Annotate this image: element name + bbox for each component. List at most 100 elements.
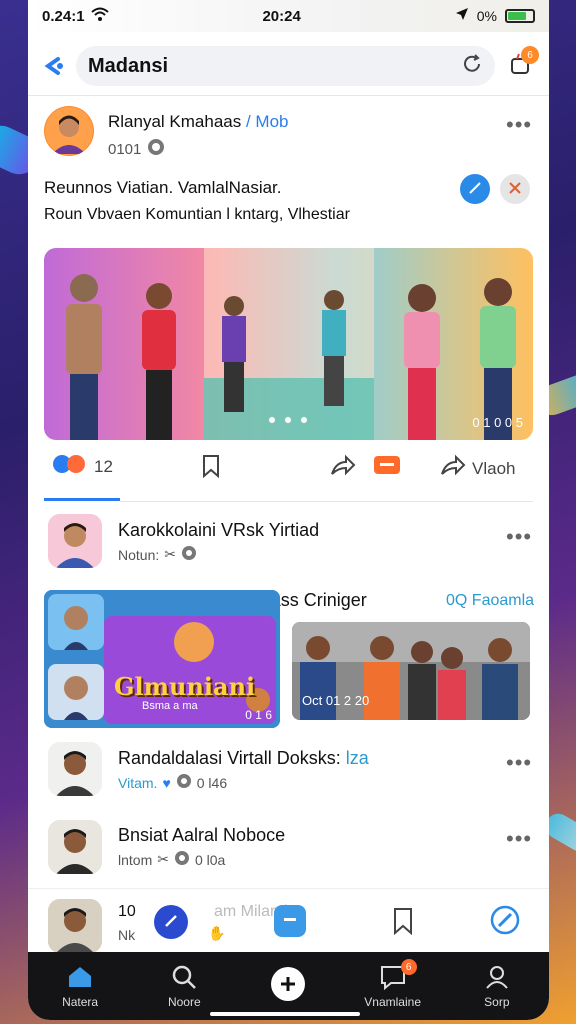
edit-button[interactable] — [154, 905, 188, 939]
phone-screen: 0.24:1 20:24 0% Madansi 6 Rlanyal Kmahaa… — [28, 0, 549, 1020]
bookmark-icon[interactable] — [390, 907, 416, 940]
globe-icon — [181, 545, 197, 564]
nav-label: Noore — [167, 995, 201, 1009]
nav-item-create[interactable] — [248, 967, 328, 1005]
divider — [120, 501, 533, 502]
search-bar[interactable]: Madansi — [76, 46, 495, 86]
clock: 20:24 — [262, 7, 301, 25]
app-logo-icon[interactable] — [40, 53, 66, 79]
reactions-button[interactable]: 12 — [52, 454, 113, 479]
image-icon — [282, 912, 298, 931]
item-meta: Notun: ✂ — [118, 545, 197, 564]
paperclip-icon: ✂ — [164, 546, 176, 562]
meta-text: Notun: — [118, 546, 160, 563]
media-button[interactable] — [274, 905, 306, 937]
avatar[interactable] — [48, 742, 102, 796]
home-icon — [66, 963, 94, 991]
item-meta: lntom ✂ 0 l0a — [118, 850, 225, 869]
post-time: 0101 — [108, 140, 142, 158]
globe-icon — [176, 773, 192, 792]
item-title: Bnsiat Aalral Noboce — [118, 825, 286, 845]
more-options-icon[interactable]: ••• — [506, 112, 532, 138]
comment-button[interactable] — [373, 454, 401, 483]
nav-item-home[interactable]: Natera — [40, 963, 120, 1009]
bookmark-button[interactable] — [200, 454, 222, 483]
post-actions: 12 Vlaoh — [28, 452, 549, 482]
nav-badge: 6 — [400, 959, 417, 975]
meta-count: 0 l0a — [194, 851, 226, 868]
game-subtitle: Bsma a ma — [142, 700, 198, 712]
location-icon — [455, 7, 469, 25]
plus-icon — [271, 967, 306, 1001]
pen-icon — [163, 913, 179, 932]
post-image[interactable]: 0 1 0 0 5 — [44, 248, 533, 440]
photo-caption: Oct 01 2 20 — [302, 693, 370, 708]
home-indicator — [210, 1012, 360, 1016]
avatar[interactable] — [48, 514, 102, 568]
avatar[interactable] — [48, 820, 102, 874]
more-options-icon[interactable]: ••• — [506, 524, 532, 550]
bottom-navigation: Natera Noore 6 Vnamlaine Sorp — [28, 952, 549, 1020]
title-link[interactable]: lza — [346, 748, 369, 768]
item-title: Karokkolaini VRsk Yirtiad — [118, 520, 320, 540]
meta-text: lntom — [118, 851, 153, 868]
image-counter: 0 1 0 0 5 — [472, 415, 523, 430]
search-icon — [170, 963, 198, 991]
close-icon — [508, 181, 522, 198]
item-title-link[interactable]: 0Q Faoamla — [446, 592, 534, 610]
group-photo[interactable]: Oct 01 2 20 — [292, 622, 530, 720]
status-bar: 0.24:1 20:24 0% — [28, 0, 549, 32]
like-icon — [52, 454, 88, 479]
nav-label: Sorp — [484, 995, 510, 1009]
notification-badge: 6 — [521, 46, 539, 64]
item-meta: Vitam. ♥ 0 l46 — [118, 773, 227, 792]
game-thumbnail[interactable]: Glmuniani Bsma a ma 0 1 6 — [44, 590, 280, 728]
compass-icon[interactable] — [490, 905, 520, 940]
meta-text: Vitam. — [118, 774, 158, 791]
carrier-text: 0.24:1 — [42, 7, 85, 25]
post-meta: 0101 — [108, 138, 165, 160]
globe-icon — [174, 850, 190, 869]
repost-button[interactable] — [330, 454, 356, 483]
more-options-icon[interactable]: ••• — [506, 826, 532, 852]
nav-item-profile[interactable]: Sorp — [457, 963, 537, 1009]
title-text: Randaldalasi Virtall Doksks: — [118, 748, 341, 768]
globe-icon — [147, 138, 165, 160]
share-icon — [440, 454, 466, 483]
app-header: Madansi 6 — [28, 40, 549, 92]
heart-icon: ♥ — [162, 774, 171, 791]
search-input[interactable]: Madansi — [88, 55, 168, 78]
bookmark-icon — [200, 454, 222, 483]
share-button[interactable]: Vlaoh — [440, 454, 515, 483]
post-author[interactable]: Rlanyal Kmahaas / Mob — [108, 112, 289, 132]
close-button[interactable] — [500, 174, 530, 204]
wifi-icon — [90, 7, 109, 25]
post-text-line2: Roun Vbvaen Komuntian l kntarg, Vlhestia… — [44, 206, 350, 223]
active-tab-indicator — [44, 498, 120, 501]
pin-icon — [468, 181, 482, 198]
comment-icon — [373, 454, 401, 483]
nav-label: Natera — [62, 995, 99, 1009]
author-link[interactable]: / Mob — [246, 112, 289, 131]
nav-item-search[interactable]: Noore — [144, 963, 224, 1009]
nav-label: Vnamlaine — [364, 995, 421, 1009]
item-title: Randaldalasi Virtall Doksks: lza — [118, 748, 369, 769]
notifications-button[interactable]: 6 — [505, 46, 539, 82]
pin-button[interactable] — [460, 174, 490, 204]
more-options-icon[interactable]: ••• — [506, 750, 532, 776]
game-counter: 0 1 6 — [245, 708, 272, 722]
paperclip-icon: ✂ — [157, 851, 169, 867]
compose-title: 10 — [118, 903, 136, 920]
post-text-line1: Reunnos Viatian. VamlalNasiar. — [44, 178, 282, 197]
avatar[interactable] — [44, 106, 94, 156]
refresh-icon[interactable] — [461, 53, 483, 80]
avatar[interactable] — [48, 899, 102, 953]
author-name: Rlanyal Kmahaas — [108, 112, 242, 131]
compose-bar: 10 am Miland Nk ✋ — [28, 888, 549, 953]
nav-item-messages[interactable]: 6 Vnamlaine — [353, 959, 433, 1009]
game-title: Glmuniani — [114, 672, 256, 701]
battery-percent: 0% — [476, 8, 497, 24]
divider — [28, 95, 549, 96]
reaction-count: 12 — [94, 456, 113, 476]
share-label: Vlaoh — [472, 458, 516, 478]
